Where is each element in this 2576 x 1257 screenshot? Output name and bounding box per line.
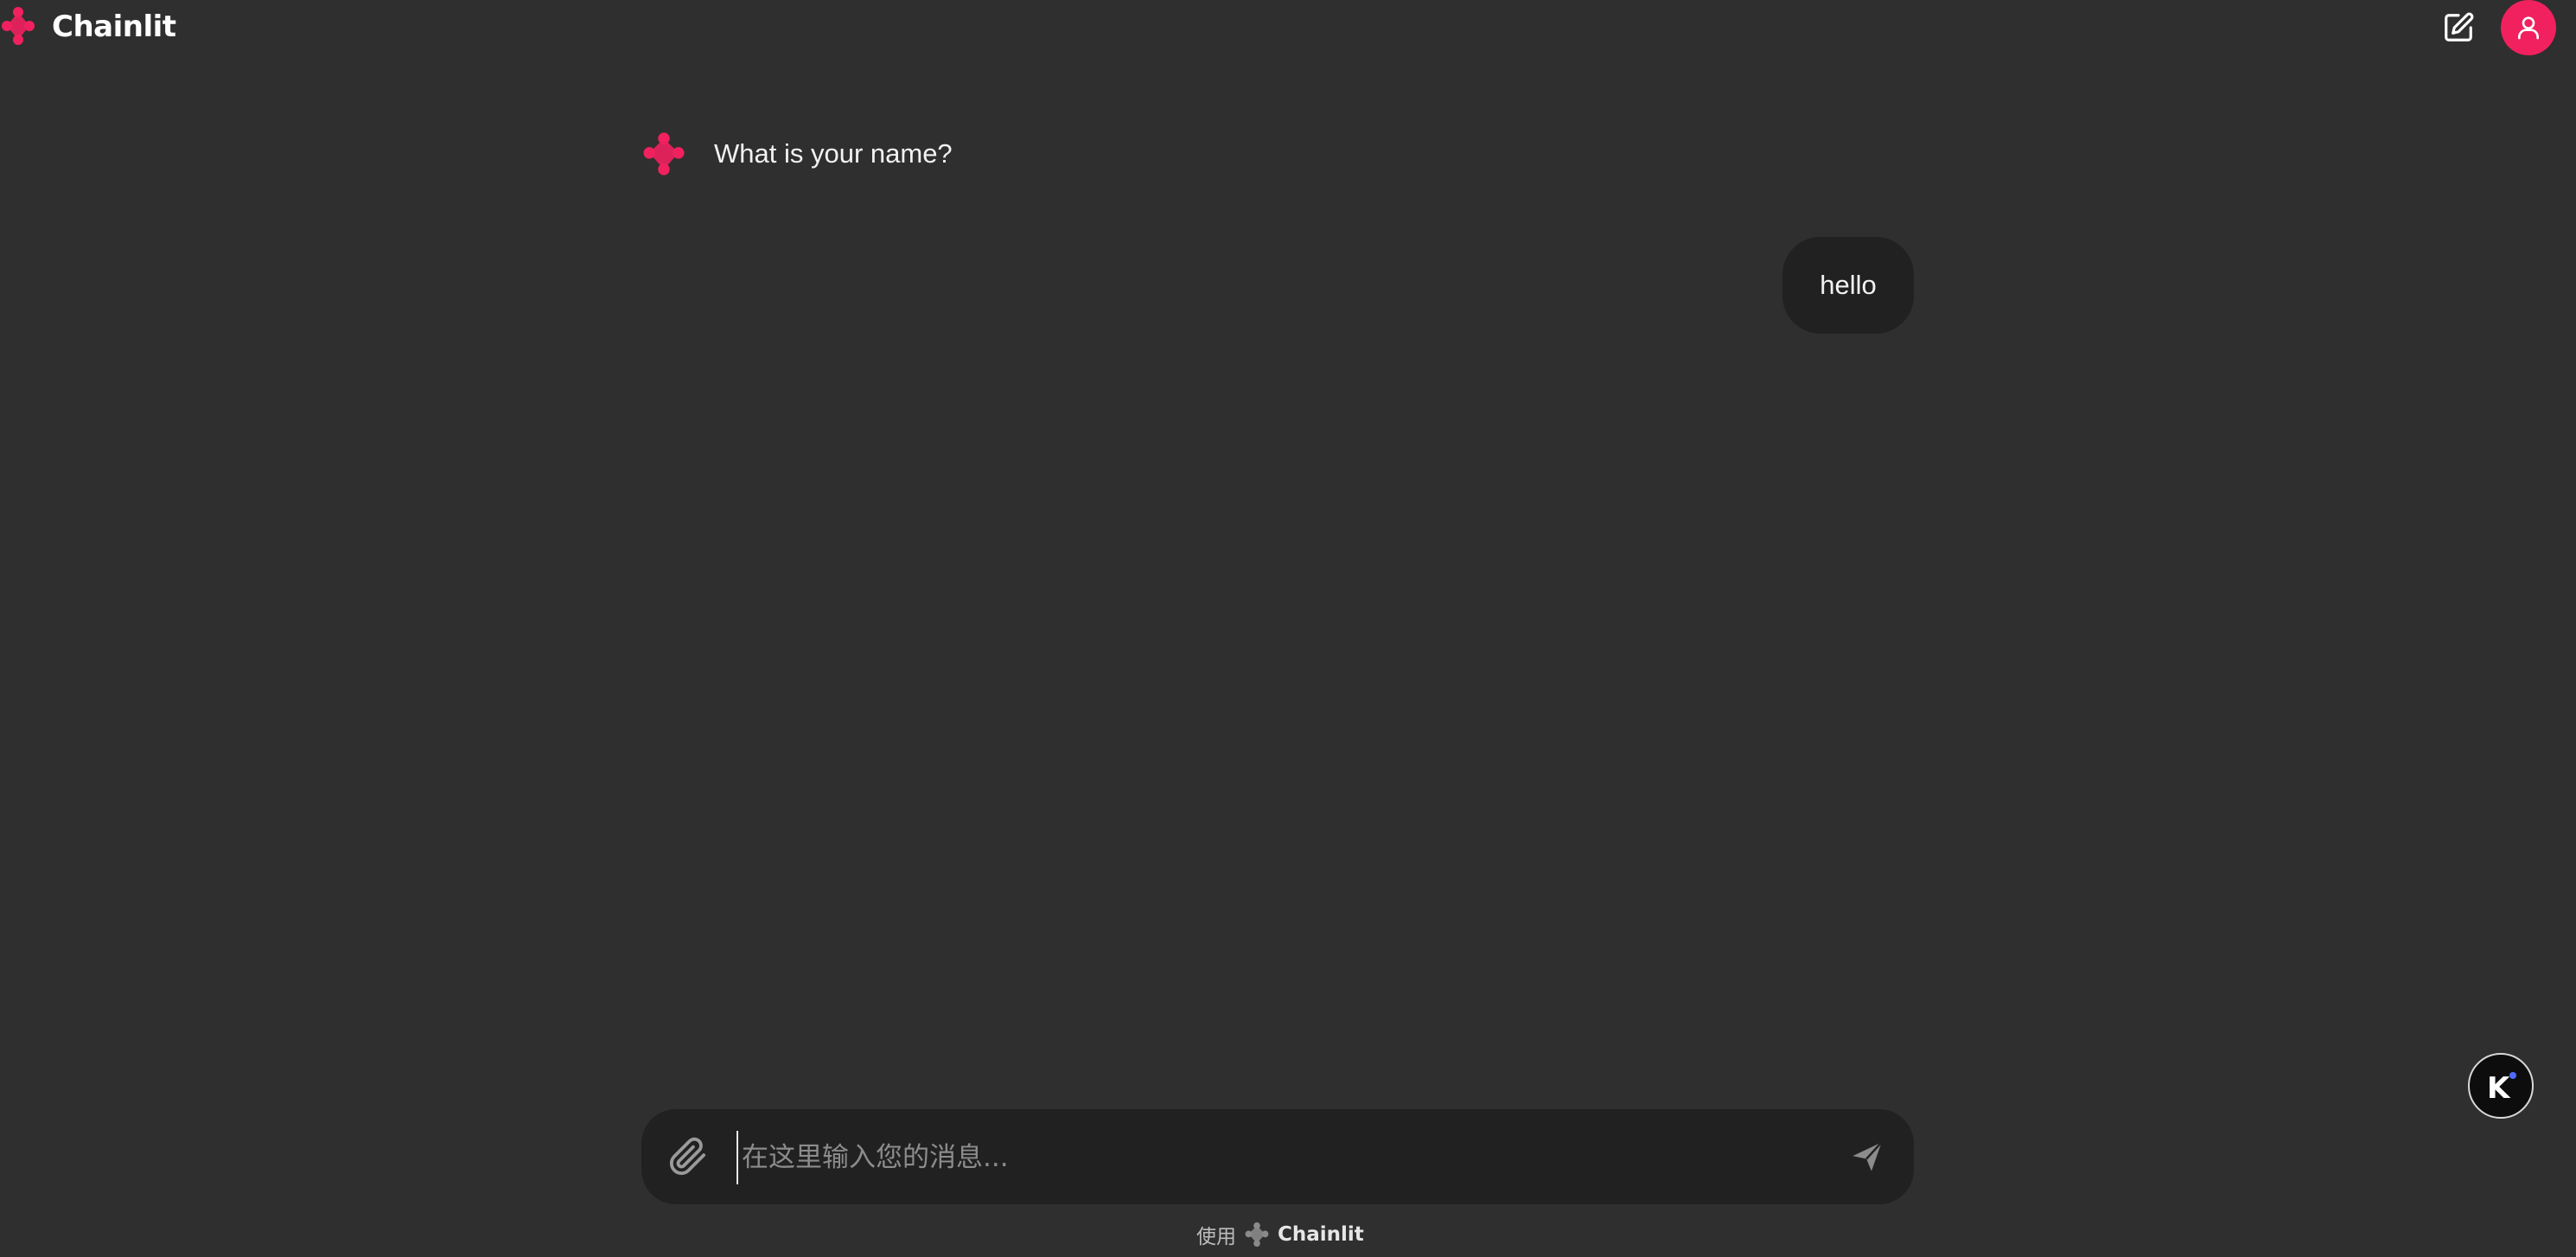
brand-name: Chainlit [52,10,176,44]
send-button[interactable] [1843,1133,1891,1181]
brand: Chainlit [0,3,176,50]
user-icon [2518,16,2539,40]
message-input[interactable] [736,1131,1781,1184]
attach-file-button[interactable] [664,1133,712,1181]
svg-text:K: K [2487,1071,2511,1105]
k-widget-icon: K [2487,1071,2516,1105]
header: Chainlit [0,0,2576,55]
footer-prefix: 使用 [1196,1226,1236,1248]
paperclip-icon [669,1137,706,1176]
assistant-avatar-icon [643,132,685,175]
floating-widget-button[interactable]: K [2468,1053,2534,1119]
send-icon [1852,1141,1883,1171]
message-composer [641,1109,1914,1204]
user-message: hello [1782,237,1914,334]
user-message-text: hello [1820,270,1877,300]
edit-square-icon [2445,12,2474,41]
new-chat-button[interactable] [2438,7,2479,48]
assistant-message-text: What is your name? [714,138,953,169]
chainlit-logo-icon [2,7,35,45]
assistant-message: What is your name? [640,130,953,178]
powered-by-footer[interactable]: 使用 Chainlit [1196,1219,1364,1250]
chainlit-logo-icon [1245,1222,1269,1247]
footer-brand: Chainlit [1278,1223,1364,1246]
chat-app: Chainlit What is your name? hello K 在这里输… [0,0,2576,1257]
user-menu-button[interactable] [2501,0,2556,55]
